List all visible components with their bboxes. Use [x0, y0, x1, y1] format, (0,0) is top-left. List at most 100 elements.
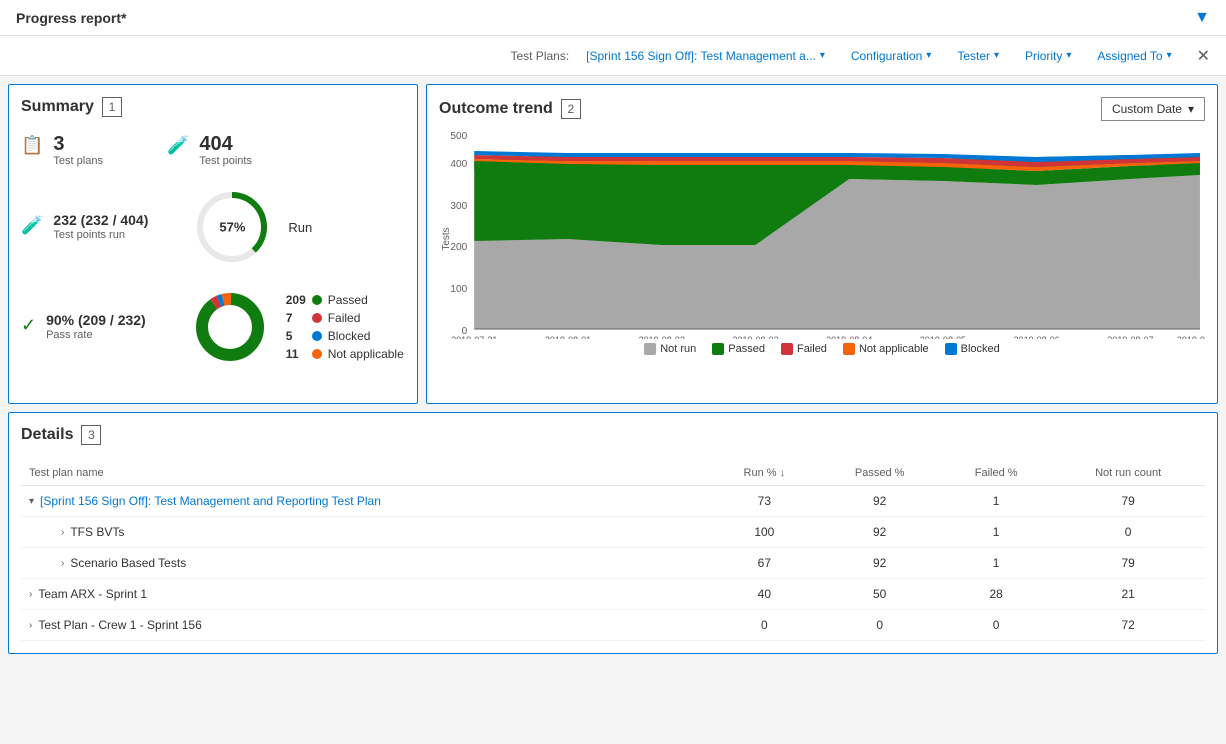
plan-name-link[interactable]: [Sprint 156 Sign Off]: Test Management a…: [40, 494, 381, 508]
failed-pct-cell: 0: [941, 610, 1051, 641]
svg-text:500: 500: [450, 131, 467, 142]
passed-pct-cell: 50: [818, 579, 941, 610]
test-points-icon: 🧪: [167, 135, 189, 156]
pass-rate-label: Pass rate: [46, 329, 146, 341]
pass-donut: [190, 287, 270, 367]
filter-icon[interactable]: ▼: [1194, 9, 1210, 27]
trend-title: Outcome trend: [439, 100, 553, 118]
close-button[interactable]: ✕: [1197, 46, 1210, 66]
svg-text:2019-08-06: 2019-08-06: [1014, 335, 1060, 339]
legend-not-applicable-trend: Not applicable: [843, 343, 929, 355]
failed-pct-cell: 1: [941, 548, 1051, 579]
test-plans-stat: 📋 3 Test plans: [21, 133, 103, 167]
test-points-run-stat: 🧪 232 (232 / 404) Test points run: [21, 213, 148, 240]
expand-toggle[interactable]: ▾ [Sprint 156 Sign Off]: Test Management…: [29, 494, 702, 508]
chevron-right-icon: ›: [29, 589, 32, 600]
plan-name: Test Plan - Crew 1 - Sprint 156: [38, 618, 201, 632]
svg-text:400: 400: [450, 159, 467, 170]
plan-name-cell: › Test Plan - Crew 1 - Sprint 156: [21, 610, 710, 641]
col-run-pct[interactable]: Run % ↓: [710, 461, 818, 486]
trend-legend: Not run Passed Failed Not applicable: [439, 343, 1205, 355]
passed-pct-cell: 92: [818, 486, 941, 517]
passed-pct-cell: 92: [818, 548, 941, 579]
legend-not-run: Not run: [644, 343, 696, 355]
details-header: Details 3: [21, 425, 1205, 445]
table-row: ▾ [Sprint 156 Sign Off]: Test Management…: [21, 486, 1205, 517]
table-row: › Scenario Based Tests 67 92 1 79: [21, 548, 1205, 579]
plan-name: Scenario Based Tests: [70, 556, 186, 570]
run-pct-cell: 0: [710, 610, 818, 641]
run-pct-cell: 67: [710, 548, 818, 579]
tester-filter[interactable]: Tester ▾: [948, 46, 1008, 66]
chevron-right-icon: ›: [29, 620, 32, 631]
svg-text:2019-07-31: 2019-07-31: [451, 335, 497, 339]
run-pct-cell: 40: [710, 579, 818, 610]
plan-name-cell: ▾ [Sprint 156 Sign Off]: Test Management…: [21, 486, 710, 517]
app-header: Progress report* ▼: [0, 0, 1226, 36]
priority-filter[interactable]: Priority ▾: [1016, 46, 1080, 66]
run-pct-cell: 73: [710, 486, 818, 517]
passed-pct-cell: 92: [818, 517, 941, 548]
trend-panel: Outcome trend 2 Custom Date ▾ 0 100 200 …: [426, 84, 1218, 404]
chevron-down-icon: ▾: [994, 50, 999, 61]
summary-grid: 📋 3 Test plans 🧪 404 Test points: [21, 133, 405, 367]
test-plans-value: [Sprint 156 Sign Off]: Test Management a…: [586, 49, 816, 63]
plan-name: TFS BVTs: [70, 525, 124, 539]
summary-top-row: 📋 3 Test plans 🧪 404 Test points: [21, 133, 405, 167]
custom-date-button[interactable]: Custom Date ▾: [1101, 97, 1205, 121]
main-content: Summary 1 📋 3 Test plans 🧪: [0, 76, 1226, 662]
trend-title-area: Outcome trend 2: [439, 99, 581, 119]
test-plans-value: 3: [53, 133, 103, 155]
test-points-stat: 🧪 404 Test points: [167, 133, 252, 167]
chevron-down-icon: ▾: [926, 50, 931, 61]
configuration-filter[interactable]: Configuration ▾: [842, 46, 940, 66]
legend-passed: 209 Passed: [286, 293, 404, 307]
summary-number: 1: [102, 97, 122, 117]
expand-toggle[interactable]: › Team ARX - Sprint 1: [29, 587, 702, 601]
pass-rate-stat: ✓ 90% (209 / 232) Pass rate: [21, 313, 146, 340]
trend-number: 2: [561, 99, 581, 119]
not-run-cell: 79: [1051, 548, 1205, 579]
test-run-value: 232 (232 / 404): [53, 213, 148, 228]
svg-text:2019-08-08: 2019-08-08: [1177, 335, 1205, 339]
col-not-run-count: Not run count: [1051, 461, 1205, 486]
trend-chart-area: 0 100 200 300 400 500 Tests: [439, 129, 1205, 359]
legend-blocked: 5 Blocked: [286, 329, 404, 343]
app-title: Progress report*: [16, 10, 126, 26]
legend-failed: 7 Failed: [286, 311, 404, 325]
expand-toggle[interactable]: › Scenario Based Tests: [61, 556, 702, 570]
chevron-down-icon: ▾: [1188, 102, 1194, 116]
passed-trend-swatch: [712, 343, 724, 355]
top-row: Summary 1 📋 3 Test plans 🧪: [8, 84, 1218, 404]
summary-panel: Summary 1 📋 3 Test plans 🧪: [8, 84, 418, 404]
run-percent-label: 57%: [219, 220, 245, 235]
legend-not-applicable: 11 Not applicable: [286, 347, 404, 361]
test-plans-filter[interactable]: [Sprint 156 Sign Off]: Test Management a…: [577, 46, 834, 66]
svg-text:100: 100: [450, 284, 467, 295]
col-test-plan-name: Test plan name: [21, 461, 710, 486]
failed-pct-cell: 1: [941, 486, 1051, 517]
details-number: 3: [81, 425, 101, 445]
pass-rate-icon: ✓: [21, 315, 36, 336]
svg-text:2019-08-07: 2019-08-07: [1107, 335, 1153, 339]
assigned-to-filter[interactable]: Assigned To ▾: [1088, 46, 1180, 66]
run-circle: 57%: [192, 187, 272, 267]
not-run-cell: 79: [1051, 486, 1205, 517]
failed-trend-swatch: [781, 343, 793, 355]
svg-text:2019-08-04: 2019-08-04: [826, 335, 872, 339]
expand-toggle[interactable]: › Test Plan - Crew 1 - Sprint 156: [29, 618, 702, 632]
test-plans-label: Test Plans:: [510, 49, 569, 63]
not-run-swatch: [644, 343, 656, 355]
test-plans-label: Test plans: [53, 155, 103, 167]
not-applicable-dot: [312, 349, 322, 359]
chevron-right-icon: ›: [61, 527, 64, 538]
svg-text:2019-08-03: 2019-08-03: [732, 335, 778, 339]
expand-toggle[interactable]: › TFS BVTs: [61, 525, 702, 539]
failed-pct-cell: 1: [941, 517, 1051, 548]
legend-failed-trend: Failed: [781, 343, 827, 355]
col-failed-pct: Failed %: [941, 461, 1051, 486]
table-header-row: Test plan name Run % ↓ Passed % Failed %…: [21, 461, 1205, 486]
summary-title: Summary: [21, 98, 94, 116]
chevron-down-icon: ▾: [1167, 50, 1172, 61]
test-run-label: Test points run: [53, 229, 148, 241]
